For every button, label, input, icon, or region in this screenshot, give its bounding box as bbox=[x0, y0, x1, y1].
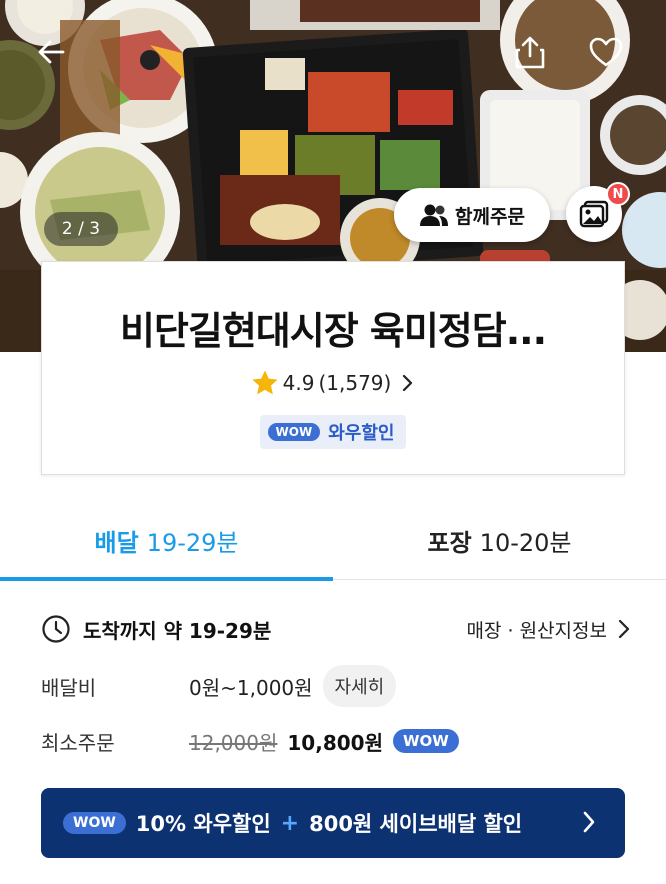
clock-icon bbox=[42, 615, 70, 643]
group-order-label: 함께주문 bbox=[455, 205, 525, 228]
tab-delivery-time: 19-29분 bbox=[146, 528, 239, 557]
share-icon bbox=[515, 36, 545, 69]
chevron-right-icon bbox=[403, 374, 413, 392]
wow-discount-label: 와우할인 bbox=[328, 423, 395, 444]
eta-text: 도착까지 약 19-29분 bbox=[83, 618, 272, 643]
min-order-discounted: 10,800원 bbox=[287, 730, 383, 755]
wow-discount-badge: WOW 와우할인 bbox=[259, 415, 407, 449]
tab-pickup[interactable]: 포장 10-20분 bbox=[333, 500, 666, 580]
group-order-button[interactable]: 함께주문 bbox=[394, 188, 550, 242]
eta-row: 도착까지 약 19-29분 매장 · 원산지정보 bbox=[41, 612, 631, 646]
wow-pill: WOW bbox=[63, 812, 126, 834]
chevron-right-icon bbox=[583, 811, 595, 833]
image-page-indicator: 2 / 3 bbox=[44, 212, 118, 246]
order-type-tabs: 배달 19-29분 포장 10-20분 bbox=[0, 500, 666, 581]
min-order-row: 최소주문 12,000원 10,800원 WOW bbox=[41, 721, 631, 761]
tab-pickup-time: 10-20분 bbox=[479, 528, 572, 557]
min-order-label: 최소주문 bbox=[41, 730, 115, 755]
star-icon bbox=[252, 370, 278, 395]
promo-wow-discount: 10% 와우할인 bbox=[135, 812, 271, 836]
rating-value: 4.9 bbox=[282, 371, 315, 395]
delivery-fee-label: 배달비 bbox=[41, 675, 97, 700]
delivery-fee-value: 0원~1,000원 bbox=[189, 675, 313, 700]
photo-icon bbox=[579, 200, 609, 228]
wow-pill: WOW bbox=[267, 423, 321, 441]
new-badge: N bbox=[606, 182, 630, 206]
delivery-fee-row: 배달비 0원~1,000원 자세히 bbox=[41, 665, 631, 707]
store-info-card: 비단길현대시장 육미정담... 4.9 (1,579) WOW 와우할인 bbox=[41, 261, 625, 475]
min-order-original: 12,000원 bbox=[189, 730, 278, 755]
tab-pickup-label: 포장 bbox=[427, 528, 472, 557]
origin-link-label: 매장 · 원산지정보 bbox=[466, 619, 607, 642]
people-icon bbox=[420, 204, 449, 226]
store-name: 비단길현대시장 육미정담... bbox=[119, 309, 547, 353]
share-button[interactable] bbox=[508, 30, 552, 74]
tab-delivery-label: 배달 bbox=[94, 528, 139, 557]
favorite-button[interactable] bbox=[584, 30, 628, 74]
review-count: (1,579) bbox=[318, 371, 392, 395]
fee-detail-button[interactable]: 자세히 bbox=[322, 665, 397, 707]
store-origin-info-link[interactable]: 매장 · 원산지정보 bbox=[467, 616, 631, 643]
heart-icon bbox=[589, 37, 623, 67]
wow-pill: WOW bbox=[392, 729, 459, 753]
back-button[interactable] bbox=[30, 30, 74, 74]
promo-save-delivery: 800원 세이브배달 할인 bbox=[309, 812, 523, 836]
tab-delivery[interactable]: 배달 19-29분 bbox=[0, 500, 333, 581]
back-arrow-icon bbox=[38, 40, 65, 64]
promo-banner[interactable]: WOW 10% 와우할인 + 800원 세이브배달 할인 bbox=[41, 788, 625, 858]
promo-plus: + bbox=[280, 810, 300, 836]
rating-link[interactable]: 4.9 (1,579) bbox=[42, 369, 624, 397]
chevron-right-icon bbox=[618, 619, 630, 639]
